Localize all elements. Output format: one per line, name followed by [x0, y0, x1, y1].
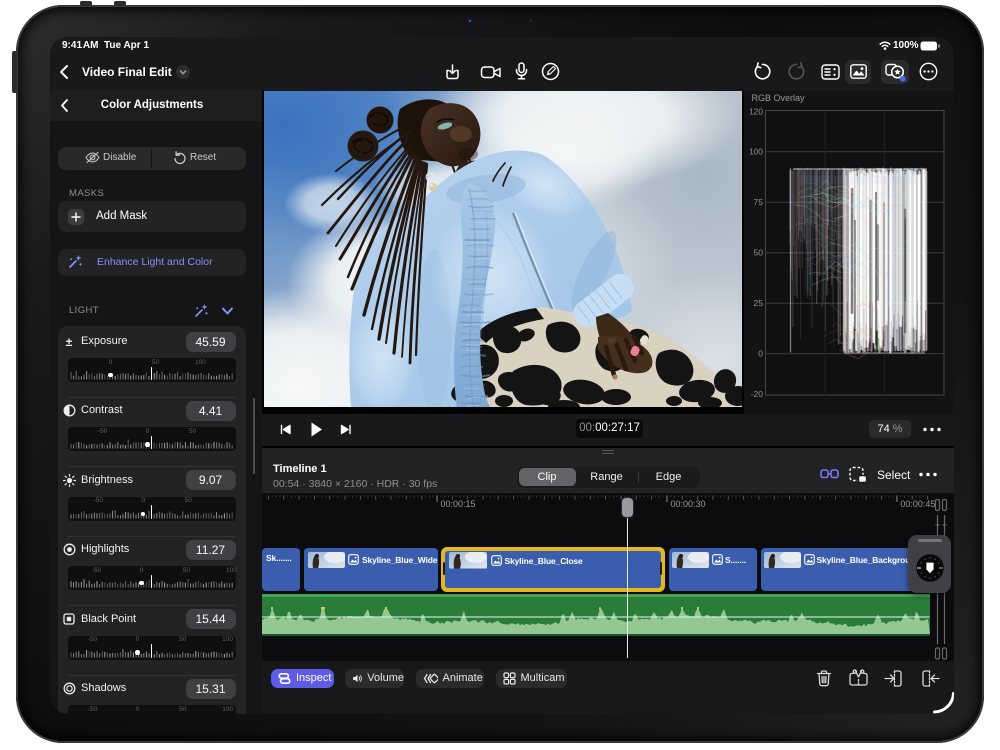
svg-text:25: 25 — [754, 298, 764, 308]
svg-text:75: 75 — [754, 197, 764, 207]
svg-text:0: 0 — [758, 348, 763, 358]
svg-text:-20: -20 — [751, 389, 764, 399]
svg-text:120: 120 — [749, 106, 763, 116]
svg-text:100: 100 — [749, 146, 763, 156]
svg-text:50: 50 — [754, 247, 764, 257]
svg-text:±: ± — [66, 335, 73, 349]
